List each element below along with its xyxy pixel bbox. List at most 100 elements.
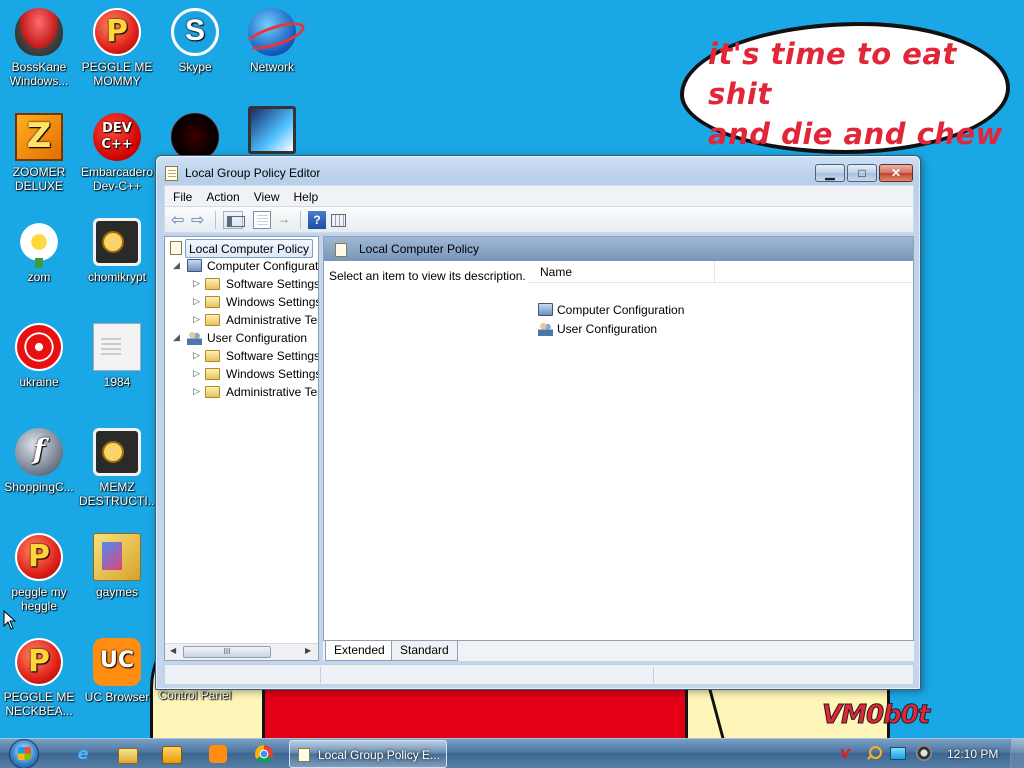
- system-tray: v 12:10 PM: [832, 739, 1024, 768]
- desktop-icon-ukraine[interactable]: ukraine: [1, 323, 77, 389]
- uc-browser-icon: UC: [93, 638, 141, 686]
- tree-node-label: User Configuration: [207, 331, 308, 345]
- scroll-right-icon[interactable]: ▶: [305, 646, 311, 655]
- status-separator: [320, 667, 321, 683]
- desktop-icon-label: PEGGLE ME MOMMY: [81, 60, 153, 88]
- desktop-icon-label: UC Browser: [84, 690, 150, 704]
- menu-action[interactable]: Action: [198, 186, 245, 205]
- desktop-icon-label: ZOOMER DELUXE: [12, 165, 66, 193]
- desktop-icon-peggle-my-heggle[interactable]: P peggle my heggle: [1, 533, 77, 613]
- v-tray-icon[interactable]: v: [840, 745, 856, 761]
- volume-tray-icon[interactable]: [916, 745, 932, 761]
- column-header-name[interactable]: Name: [540, 265, 572, 279]
- tree-node-administrative-templates[interactable]: ▷ Administrative Templates: [165, 383, 318, 401]
- desktop-icon-zoomer-deluxe[interactable]: Z ZOOMER DELUXE: [1, 113, 77, 193]
- skype-icon: S: [171, 8, 219, 56]
- menu-file[interactable]: File: [165, 186, 198, 205]
- tree-node-user-configuration[interactable]: ◢ User Configuration: [165, 329, 318, 347]
- network-icon: [248, 8, 296, 56]
- column-header-row: Name: [528, 261, 913, 283]
- tree-node-windows-settings[interactable]: ▷ Windows Settings: [165, 365, 318, 383]
- tree-node-software-settings[interactable]: ▷ Software Settings: [165, 275, 318, 293]
- maximize-button[interactable]: □: [847, 164, 877, 182]
- collapsed-arrow-icon[interactable]: ▷: [193, 365, 203, 383]
- toolbar: ⇦ ⇨ → ?: [164, 207, 914, 233]
- desktop-icon-skype[interactable]: S Skype: [157, 8, 233, 74]
- tree-horizontal-scrollbar[interactable]: ◀ III ▶: [165, 643, 318, 660]
- folder-icon: [205, 368, 220, 380]
- list-item-label: User Configuration: [557, 322, 658, 336]
- policy-editor-icon: [170, 241, 182, 255]
- toolbar-separator: [300, 211, 301, 229]
- close-button[interactable]: ✕: [879, 164, 913, 182]
- show-hide-tree-icon[interactable]: [223, 211, 245, 229]
- desktop-icon-gaymes[interactable]: gaymes: [79, 533, 155, 599]
- minimize-icon: ▁: [825, 166, 835, 180]
- tree-node-windows-settings[interactable]: ▷ Windows Settings: [165, 293, 318, 311]
- policy-editor-icon: [298, 748, 310, 762]
- description-text: Select an item to view its description.: [329, 269, 526, 283]
- media-player-icon[interactable]: [158, 742, 184, 766]
- tree-node-computer-configuration[interactable]: ◢ Computer Configuration: [165, 257, 318, 275]
- text-document-icon: [93, 323, 141, 371]
- collapsed-arrow-icon[interactable]: ▷: [193, 311, 203, 329]
- tree-node-software-settings[interactable]: ▷ Software Settings: [165, 347, 318, 365]
- start-button[interactable]: [4, 739, 44, 768]
- properties-icon[interactable]: [253, 211, 271, 229]
- show-hide-action-pane-icon[interactable]: [329, 211, 347, 229]
- bosskane-icon: [15, 8, 63, 56]
- display-tray-icon[interactable]: [890, 747, 906, 760]
- tree-node-administrative-templates[interactable]: ▷ Administrative Templates: [165, 311, 318, 329]
- expanded-arrow-icon[interactable]: ◢: [173, 257, 183, 275]
- collapsed-arrow-icon[interactable]: ▷: [193, 293, 203, 311]
- desktop-icon-uc-browser[interactable]: UC UC Browser: [79, 638, 155, 704]
- folder-icon: [205, 314, 220, 326]
- desktop-icon-control-panel[interactable]: Control Panel: [157, 688, 233, 702]
- desktop-icon-shopping[interactable]: f ShoppingC...: [1, 428, 77, 494]
- collapsed-arrow-icon[interactable]: ▷: [193, 275, 203, 293]
- expanded-arrow-icon[interactable]: ◢: [173, 329, 183, 347]
- tab-extended[interactable]: Extended: [325, 641, 394, 661]
- clock[interactable]: 12:10 PM: [947, 747, 998, 761]
- desktop-icon-network[interactable]: Network: [234, 8, 310, 74]
- desktop-icon-peggle-me-neckbeard[interactable]: P PEGGLE ME NECKBEA...: [1, 638, 77, 718]
- scrollbar-thumb[interactable]: III: [183, 646, 271, 658]
- desktop-icon-1984[interactable]: 1984: [79, 323, 155, 389]
- window-titlebar[interactable]: Local Group Policy Editor ▁ □ ✕: [156, 156, 920, 188]
- scroll-left-icon[interactable]: ◀: [170, 646, 176, 655]
- list-item-label: Computer Configuration: [557, 303, 685, 317]
- desktop-icon-chomikrypt[interactable]: chomikrypt: [79, 218, 155, 284]
- desktop-icon-label: zom: [27, 270, 51, 284]
- desktop-icon-zom[interactable]: zom: [1, 218, 77, 284]
- internet-explorer-icon[interactable]: e: [70, 742, 96, 766]
- speech-line: it's time to eat shit: [708, 37, 957, 111]
- status-separator: [653, 667, 654, 683]
- menu-help[interactable]: Help: [286, 186, 325, 205]
- collapsed-arrow-icon[interactable]: ▷: [193, 347, 203, 365]
- desktop-icon-bosskane[interactable]: BossKane Windows...: [1, 8, 77, 88]
- minimize-button[interactable]: ▁: [815, 164, 845, 182]
- windows-explorer-icon[interactable]: [114, 742, 140, 766]
- taskbar-button-group-policy-editor[interactable]: Local Group Policy E...: [289, 740, 447, 768]
- toolbar-separator: [215, 211, 216, 229]
- back-arrow-icon[interactable]: ⇦: [171, 211, 189, 229]
- tab-standard[interactable]: Standard: [391, 641, 458, 661]
- desktop-icon-memz[interactable]: MEMZ DESTRUCTI...: [79, 428, 158, 508]
- column-divider[interactable]: [714, 261, 715, 283]
- search-tray-icon[interactable]: [866, 745, 882, 761]
- help-icon[interactable]: ?: [308, 211, 326, 229]
- tree-node-label: Windows Settings: [226, 295, 319, 309]
- uc-browser-icon[interactable]: [205, 742, 231, 766]
- collapsed-arrow-icon[interactable]: ▷: [193, 383, 203, 401]
- tree-node-root[interactable]: Local Computer Policy: [165, 239, 314, 258]
- forward-arrow-icon[interactable]: ⇨: [191, 211, 209, 229]
- menu-view[interactable]: View: [246, 186, 286, 205]
- chrome-icon[interactable]: [251, 742, 277, 766]
- desktop-icon-monitor[interactable]: [234, 106, 310, 158]
- show-desktop-button[interactable]: [1010, 739, 1024, 768]
- desktop-icon-peggle-me-mommy[interactable]: P PEGGLE ME MOMMY: [79, 8, 155, 88]
- tree-node-label: Windows Settings: [226, 367, 319, 381]
- window-title: Local Group Policy Editor: [185, 166, 321, 180]
- desktop-icon-devcpp[interactable]: DEV C++ Embarcadero Dev-C++: [79, 113, 155, 193]
- export-list-icon[interactable]: →: [275, 211, 293, 229]
